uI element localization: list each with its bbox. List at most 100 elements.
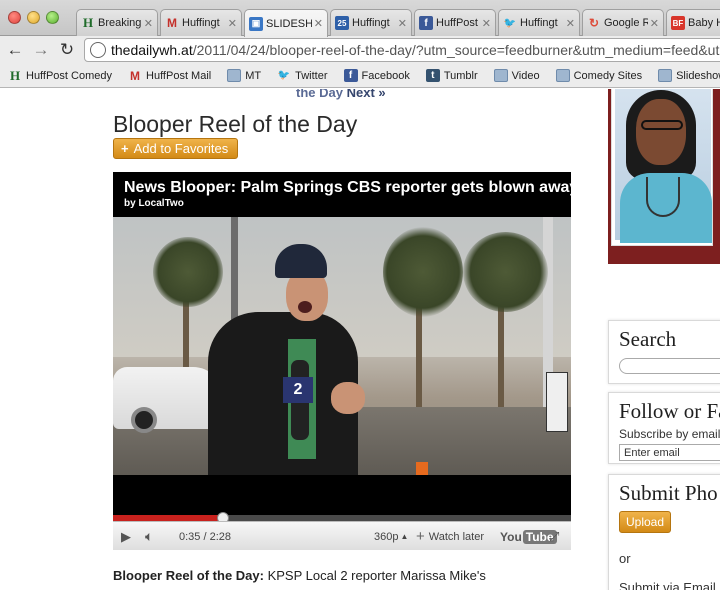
arrow-left-icon: ← — [6, 40, 24, 59]
zoom-window-button[interactable] — [46, 11, 59, 24]
bookmark-huffpost-comedy[interactable]: H HuffPost Comedy — [8, 67, 112, 83]
close-icon[interactable]: ✕ — [482, 17, 491, 30]
google-reader-icon: ↻ — [588, 16, 600, 30]
twitter-bird-icon: 🐦 — [277, 70, 291, 81]
stethoscope-icon — [646, 177, 680, 217]
bookmark-folder-mt[interactable]: MT — [227, 69, 261, 82]
bookmark-folder-comedy-sites[interactable]: Comedy Sites — [555, 69, 642, 82]
scene-sign — [546, 372, 568, 432]
reporter-hand — [331, 382, 365, 414]
video-time: 0:35 / 2:28 — [179, 530, 231, 543]
close-icon[interactable]: ✕ — [228, 17, 237, 30]
watch-later-button[interactable]: + Watch later — [416, 522, 484, 551]
photo-face — [636, 99, 686, 165]
tab-slideshow[interactable]: ▣ SLIDESHO ✕ — [244, 9, 328, 37]
app-icon: ▣ — [249, 16, 263, 31]
facebook-icon: f — [419, 16, 433, 30]
add-to-favorites-button[interactable]: + Add to Favorites — [113, 138, 238, 159]
palm-frond — [383, 227, 463, 317]
tab-breaking[interactable]: H Breaking ✕ — [76, 9, 158, 36]
browser-toolbar: ← → ↻ thedailywh.at/2011/04/24/blooper-r… — [0, 36, 720, 64]
caption-lead: Blooper Reel of the Day: — [113, 568, 264, 583]
huffpost-h-icon: H — [9, 67, 21, 83]
scene-cone — [416, 462, 428, 475]
bookmark-folder-slideshow[interactable]: Slideshow — [658, 69, 720, 82]
tab-huffington-twitter[interactable]: 🐦 Huffingt ✕ — [498, 9, 580, 36]
mic-flag: 2 — [283, 377, 313, 403]
address-bar[interactable]: thedailywh.at/2011/04/24/blooper-reel-of… — [84, 38, 720, 62]
follow-subtitle: Subscribe by email — [619, 427, 720, 441]
tab-google-reader[interactable]: ↻ Google R ✕ — [582, 9, 664, 36]
bookmark-tumblr[interactable]: t Tumblr — [425, 69, 478, 82]
plus-icon: + — [121, 141, 129, 156]
huffpost-h-icon: H — [82, 15, 94, 30]
follow-widget: Follow or Fa Subscribe by email Enter em… — [608, 392, 720, 464]
fullscreen-icon: ⤢ — [549, 528, 560, 544]
reload-button[interactable]: ↻ — [57, 39, 77, 61]
video-controls: ▶ 🔈︎ 0:35 / 2:28 360p ▲ + Watch later Yo… — [113, 521, 571, 550]
close-icon[interactable]: ✕ — [398, 17, 407, 30]
next-post-link[interactable]: Next » — [347, 89, 386, 100]
post-caption: Blooper Reel of the Day: KPSP Local 2 re… — [113, 567, 583, 585]
folder-icon — [555, 69, 570, 82]
tab-huffpost-facebook[interactable]: f HuffPost ✕ — [414, 9, 496, 36]
caption-text: KPSP Local 2 reporter Marissa Mike's — [263, 568, 486, 583]
search-input[interactable] — [619, 358, 720, 374]
close-icon[interactable]: ✕ — [144, 17, 153, 30]
photo-frame — [611, 89, 713, 246]
close-window-button[interactable] — [8, 11, 21, 24]
plus-icon: + — [416, 528, 425, 545]
email-input[interactable]: Enter email — [619, 444, 720, 461]
gmail-icon: M — [130, 68, 141, 83]
bookmark-twitter[interactable]: 🐦 Twitter — [277, 69, 328, 82]
minimize-window-button[interactable] — [27, 11, 40, 24]
bookmark-facebook[interactable]: f Facebook — [343, 69, 410, 82]
back-button[interactable]: ← — [5, 39, 25, 61]
prev-post-link[interactable]: the Day — [296, 89, 343, 100]
submit-widget-title: Submit Pho — [619, 481, 718, 505]
palm-frond — [463, 232, 548, 312]
tab-baby-h[interactable]: BF Baby H — [666, 9, 720, 36]
fullscreen-button[interactable]: ⤢ — [549, 522, 559, 551]
submit-photo-widget: Submit Pho Upload or Submit via Email — [608, 474, 720, 590]
page-title: Blooper Reel of the Day — [113, 111, 358, 137]
facebook-icon: f — [343, 69, 358, 82]
follow-widget-title: Follow or Fa — [619, 399, 720, 423]
author-photo — [608, 89, 720, 264]
url-host: thedailywh.at — [111, 42, 193, 58]
photo-glasses — [641, 120, 683, 130]
folder-icon — [227, 69, 242, 82]
bookmarks-bar: H HuffPost Comedy M HuffPost Mail MT 🐦 T… — [0, 64, 720, 88]
tab-huffington-mail[interactable]: M Huffingt ✕ — [160, 9, 242, 36]
reload-icon: ↻ — [59, 40, 75, 59]
tab-huffington-25[interactable]: 25 Huffingt ✕ — [330, 9, 412, 36]
close-icon[interactable]: ✕ — [566, 17, 575, 30]
reporter-mouth — [298, 301, 312, 313]
or-text: or — [619, 551, 631, 566]
url-path: /2011/04/24/blooper-reel-of-the-day/?utm… — [192, 42, 720, 58]
web-page: the Day Next » Blooper Reel of the Day +… — [0, 89, 720, 590]
play-icon: ▶ — [121, 528, 131, 544]
globe-icon — [90, 42, 106, 58]
close-icon[interactable]: ✕ — [314, 17, 323, 30]
arrow-right-icon: → — [32, 40, 50, 59]
volume-button[interactable]: 🔈︎ — [145, 522, 153, 551]
video-title[interactable]: News Blooper: Palm Springs CBS reporter … — [124, 179, 584, 197]
video-frame[interactable]: 2 — [113, 217, 571, 475]
post-navigation: the Day Next » — [296, 89, 386, 100]
submit-via-email-text: Submit via Email — [619, 580, 716, 590]
twitter-bird-icon: 🐦 — [503, 17, 517, 29]
bookmark-folder-video[interactable]: Video — [493, 69, 540, 82]
bookmark-huffpost-mail[interactable]: M HuffPost Mail — [128, 68, 211, 83]
upload-button[interactable]: Upload — [619, 511, 671, 533]
quality-button[interactable]: 360p ▲ — [374, 522, 408, 551]
calendar-icon: 25 — [335, 16, 349, 30]
video-byline[interactable]: by LocalTwo — [124, 198, 184, 209]
forward-button[interactable]: → — [31, 39, 51, 61]
folder-icon — [658, 69, 673, 82]
car-wheel — [131, 407, 157, 433]
gmail-icon: M — [167, 16, 177, 30]
video-player[interactable]: News Blooper: Palm Springs CBS reporter … — [113, 172, 584, 550]
close-icon[interactable]: ✕ — [650, 17, 659, 30]
play-button[interactable]: ▶ — [121, 522, 131, 551]
